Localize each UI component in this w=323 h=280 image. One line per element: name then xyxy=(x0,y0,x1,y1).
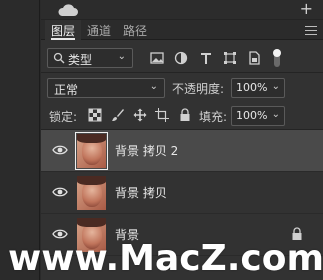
opacity-value: 100% xyxy=(236,81,268,94)
opacity-input[interactable]: 100% ⌄ xyxy=(231,78,285,98)
hair-shape xyxy=(77,134,106,143)
panel-menu-icon[interactable] xyxy=(305,26,317,36)
tab-channels[interactable]: 通道 xyxy=(81,20,117,40)
fill-value: 100% xyxy=(236,109,268,122)
filter-toggle-icon[interactable] xyxy=(270,48,284,68)
cloud-icon[interactable] xyxy=(57,3,79,17)
chevron-down-icon: ⌄ xyxy=(271,109,280,120)
blend-row: 正常 ⌄ 不透明度: 100% ⌄ xyxy=(41,74,323,102)
divider xyxy=(41,72,323,73)
tab-paths[interactable]: 路径 xyxy=(117,20,153,40)
lock-all-icon[interactable] xyxy=(178,108,192,122)
layer-thumbnail[interactable] xyxy=(77,176,106,210)
lock-brush-icon[interactable] xyxy=(111,108,125,122)
filter-kind-label: 类型 xyxy=(68,53,93,67)
blend-mode-select[interactable]: 正常 ⌄ xyxy=(47,78,165,98)
hair-shape xyxy=(77,176,106,185)
opacity-label: 不透明度: xyxy=(172,82,225,96)
layer-row[interactable]: 背景 拷贝 xyxy=(41,172,323,214)
chevron-down-icon: ⌄ xyxy=(117,51,126,62)
layer-name[interactable]: 背景 拷贝 xyxy=(115,184,167,201)
layer-row[interactable]: 背景 拷贝 2 xyxy=(41,130,323,172)
blend-mode-value: 正常 xyxy=(54,83,79,97)
tab-layers[interactable]: 图层 xyxy=(45,20,82,40)
chevron-down-icon: ⌄ xyxy=(271,81,280,92)
smart-object-filter-icon[interactable] xyxy=(246,50,262,66)
adjustment-filter-icon[interactable] xyxy=(173,50,189,66)
lock-transparent-icon[interactable] xyxy=(88,108,102,122)
image-filter-icon[interactable] xyxy=(149,50,165,66)
lock-label: 锁定: xyxy=(49,110,78,124)
panel-header-strip: + xyxy=(41,0,323,20)
filter-kind-select[interactable]: 类型 ⌄ xyxy=(47,48,133,68)
shape-filter-icon[interactable] xyxy=(222,50,238,66)
chevron-down-icon: ⌄ xyxy=(149,81,158,92)
lock-move-icon[interactable] xyxy=(133,108,147,122)
search-icon xyxy=(53,52,65,64)
fill-label: 填充: xyxy=(199,110,228,124)
lock-row: 锁定: 填充: 100% ⌄ xyxy=(41,102,323,130)
add-panel-icon[interactable]: + xyxy=(300,1,313,17)
panel-tabs: 图层 通道 路径 xyxy=(41,20,323,40)
layer-name[interactable]: 背景 拷贝 2 xyxy=(115,142,178,159)
visibility-eye-icon[interactable] xyxy=(52,186,68,198)
hair-shape xyxy=(77,218,106,227)
lock-artboard-icon[interactable] xyxy=(155,108,169,122)
type-filter-icon[interactable] xyxy=(198,50,214,66)
layer-thumbnail[interactable] xyxy=(75,132,108,170)
fill-input[interactable]: 100% ⌄ xyxy=(231,106,285,126)
watermark-text: www.MacZ.com xyxy=(8,238,323,279)
filter-row: 类型 ⌄ xyxy=(41,44,323,72)
visibility-eye-icon[interactable] xyxy=(52,144,68,156)
